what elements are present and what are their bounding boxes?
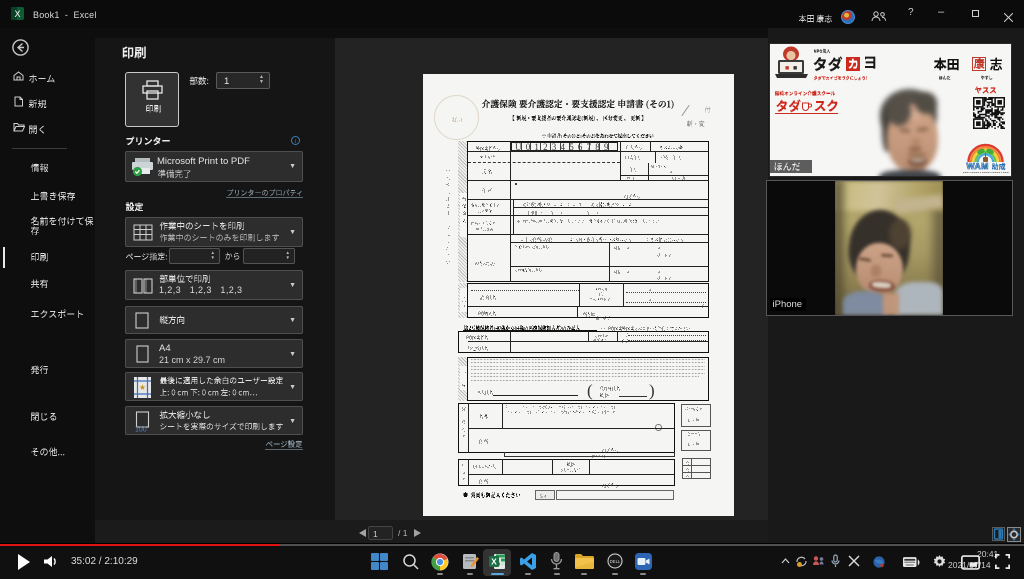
- svg-text:DELL: DELL: [610, 559, 621, 564]
- svg-text:X: X: [491, 557, 497, 567]
- svg-text:★: ★: [139, 383, 146, 392]
- svg-text:X: X: [14, 9, 20, 19]
- svg-text:■: ■: [785, 65, 789, 72]
- svg-text:■: ■: [793, 65, 797, 72]
- svg-text:100: 100: [135, 427, 147, 433]
